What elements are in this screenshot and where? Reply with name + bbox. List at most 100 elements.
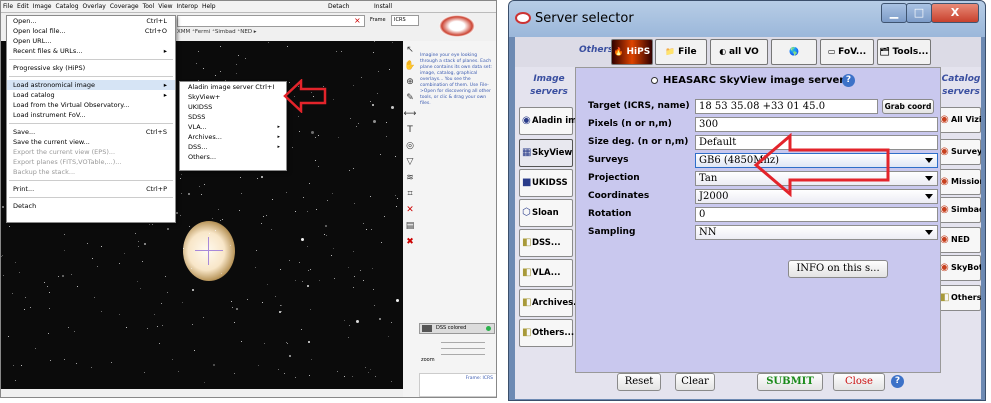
clear-button[interactable]: Clear <box>675 373 715 391</box>
minimize-button[interactable]: ▁ <box>881 3 907 23</box>
file-menu-item[interactable]: Export the current view (EPS)... <box>7 147 175 157</box>
file-menu-item[interactable]: Load astronomical image ▸ <box>7 80 175 90</box>
phot-tool-icon[interactable]: ◎ <box>403 139 417 153</box>
tab-allvo[interactable]: ◐ all VO <box>710 39 768 65</box>
survey-strip[interactable]: XMM ⁺Fermi ⁺Simbad ⁺NED ▸ <box>177 29 257 35</box>
image-submenu-item[interactable]: Others... <box>180 152 286 162</box>
slider-3[interactable] <box>441 351 485 355</box>
panel-help-icon[interactable]: ? <box>842 74 855 87</box>
image-server-archives[interactable]: ◧ Archives... <box>519 289 583 317</box>
hips-tab-icon: 🔥 <box>613 47 627 56</box>
star <box>289 260 290 261</box>
file-menu-item[interactable]: Load instrument FoV... <box>7 110 175 120</box>
slider-2[interactable] <box>441 345 485 349</box>
tag-tool-icon[interactable]: T <box>403 123 417 137</box>
clear-location-icon[interactable]: × <box>354 15 361 27</box>
submit-button[interactable]: SUBMIT <box>757 373 823 391</box>
file-menu-item[interactable]: Load catalog ▸ <box>7 90 175 100</box>
input-pixels[interactable]: 300 <box>695 117 938 132</box>
file-menu-item[interactable]: Save... Ctrl+S <box>7 127 175 137</box>
file-menu-item[interactable]: Load from the Virtual Observatory... <box>7 100 175 110</box>
catalog-server-simbad[interactable]: ◉Simbad <box>937 197 981 223</box>
menubar-item-catalog[interactable]: Catalog <box>55 3 78 10</box>
file-menu-item[interactable]: Progressive sky (HiPS) <box>7 63 175 73</box>
image-server-vla[interactable]: ◧ VLA... <box>519 259 573 287</box>
tab-hips[interactable]: 🔥 HiPS <box>611 39 653 65</box>
file-menu-item[interactable]: Open... Ctrl+L <box>7 16 175 26</box>
pan-tool-icon[interactable]: ✋ <box>403 59 417 73</box>
menubar-item-interop[interactable]: Interop <box>177 3 198 10</box>
cut-tool-icon[interactable]: ✕ <box>403 203 417 217</box>
file-menu-item[interactable]: Save the current view... <box>7 137 175 147</box>
file-menu-item[interactable]: Print... Ctrl+P <box>7 184 175 194</box>
catalog-server-ned[interactable]: ◉ NED <box>937 227 981 253</box>
image-server-ukidss[interactable]: ■ UKIDSS <box>519 169 573 197</box>
input-rotation[interactable]: 0 <box>695 207 938 222</box>
file-menu-item[interactable]: Recent files & URLs... ▸ <box>7 46 175 56</box>
catalog-server-others[interactable]: ◧Others.. <box>937 285 981 311</box>
tab-tools[interactable]: 🗂 Tools... <box>877 39 931 65</box>
image-submenu-item[interactable]: SDSS <box>180 112 286 122</box>
plane-stack[interactable]: DSS colored <box>419 323 495 334</box>
menubar-item-help[interactable]: Help <box>202 3 216 10</box>
select-sampling[interactable]: NN <box>695 225 938 240</box>
image-submenu-item[interactable]: SkyView+ <box>180 92 286 102</box>
menubar-item-image[interactable]: Image <box>33 3 52 10</box>
close-button[interactable]: Close <box>833 373 885 391</box>
file-menu-item[interactable]: Export planes (FITS,VOTable,...)... <box>7 157 175 167</box>
image-server-others[interactable]: ◧ Others... <box>519 319 574 347</box>
filter-tool-icon[interactable]: ▽ <box>403 155 417 169</box>
slider-1[interactable] <box>441 339 485 343</box>
image-server-skyview[interactable]: ▦ SkyView <box>519 139 573 167</box>
file-menu-item[interactable]: Detach <box>7 201 175 211</box>
menubar-item-file[interactable]: File <box>3 3 13 10</box>
menubar-item-coverage[interactable]: Coverage <box>110 3 139 10</box>
frame-select[interactable]: ICRS <box>391 15 419 26</box>
tab-fov[interactable]: ▭ FoV... <box>820 39 874 65</box>
file-menu-item[interactable]: Open URL... <box>7 36 175 46</box>
image-submenu-item[interactable]: Aladin image server Ctrl+I <box>180 82 286 92</box>
image-submenu-item[interactable]: UKIDSS <box>180 102 286 112</box>
cont-tool-icon[interactable]: ≋ <box>403 171 417 185</box>
menubar-item-tool[interactable]: Tool <box>143 3 155 10</box>
image-submenu-item[interactable]: DSS... ▸ <box>180 142 286 152</box>
crop-tool-icon[interactable]: ⌗ <box>403 187 417 201</box>
catalog-server-allvizier[interactable]: ◉All VizieR <box>937 107 981 133</box>
field-value: J2000 <box>699 191 729 202</box>
image-submenu-item[interactable]: Archives... ▸ <box>180 132 286 142</box>
star <box>258 365 259 366</box>
image-server-sloan[interactable]: ⬡ Sloan <box>519 199 573 227</box>
image-submenu-item[interactable]: VLA... ▸ <box>180 122 286 132</box>
select-tool-icon[interactable]: ↖ <box>403 43 417 57</box>
tab-bar: 🔥 HiPS📁 File◐ all VO🌎 Watch▭ FoV...🗂 Too… <box>515 39 981 81</box>
zoom-tool-icon[interactable]: ⊕ <box>403 75 417 89</box>
close-window-button[interactable]: X <box>931 3 979 23</box>
grab-coord-button[interactable]: Grab coord <box>882 99 934 114</box>
catalog-server-surveys[interactable]: ◉Surveys <box>937 139 981 165</box>
menubar-detach[interactable]: Detach <box>328 1 349 13</box>
menubar-install[interactable]: Install <box>374 1 392 13</box>
info-button[interactable]: INFO on this s... <box>788 260 888 278</box>
reset-button[interactable]: Reset <box>617 373 661 391</box>
image-server-dss[interactable]: ◧ DSS... <box>519 229 573 257</box>
star <box>30 307 31 308</box>
draw-tool-icon[interactable]: ✎ <box>403 91 417 105</box>
image-server-aladinimages[interactable]: ◉ Aladin images <box>519 107 600 135</box>
prop-tool-icon[interactable]: ▤ <box>403 219 417 233</box>
input-target[interactable]: 18 53 35.08 +33 01 45.0 <box>695 99 878 114</box>
star <box>267 284 268 285</box>
location-input[interactable] <box>177 15 365 27</box>
del-tool-icon[interactable]: ✖ <box>403 235 417 249</box>
maximize-button[interactable]: □ <box>906 3 932 23</box>
menubar-item-view[interactable]: View <box>158 3 172 10</box>
dist-tool-icon[interactable]: ⟷ <box>403 107 417 121</box>
file-menu-item[interactable]: Open local file... Ctrl+O <box>7 26 175 36</box>
menubar-item-overlay[interactable]: Overlay <box>83 3 106 10</box>
footer-help-icon[interactable]: ? <box>891 375 904 388</box>
file-menu-item[interactable]: Backup the stack... <box>7 167 175 177</box>
catalog-server-missions[interactable]: ◉Missions <box>937 169 981 195</box>
tab-file[interactable]: 📁 File <box>655 39 707 65</box>
menubar-item-edit[interactable]: Edit <box>17 3 29 10</box>
tab-watch[interactable]: 🌎 Watch <box>771 39 817 81</box>
catalog-server-skybot[interactable]: ◉ SkyBot <box>937 255 981 281</box>
